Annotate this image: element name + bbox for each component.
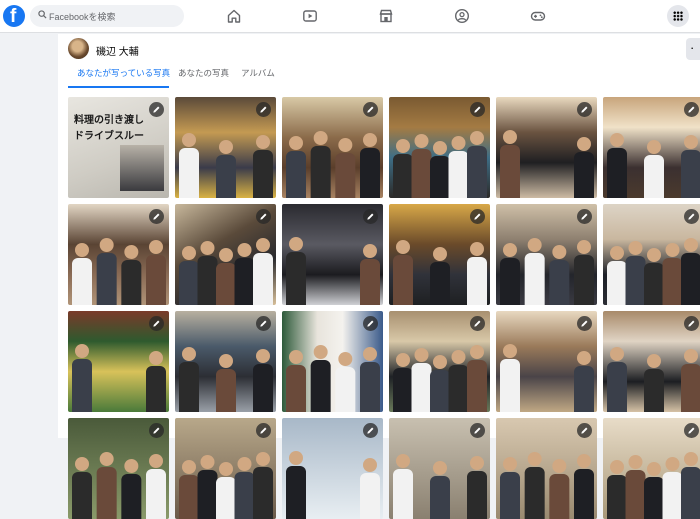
pencil-icon (367, 320, 374, 327)
edit-photo-button[interactable] (149, 102, 164, 117)
photo-thumbnail[interactable] (175, 418, 276, 519)
newspaper-photo (120, 145, 164, 191)
photo-thumbnail[interactable] (282, 204, 383, 305)
edit-photo-button[interactable] (470, 209, 485, 224)
pencil-icon (581, 213, 588, 220)
newspaper-subheadline: ドライブスルー (74, 131, 144, 142)
search-icon (38, 10, 47, 19)
edit-photo-button[interactable] (149, 423, 164, 438)
edit-photo-button[interactable] (684, 316, 699, 331)
pencil-icon (581, 106, 588, 113)
home-icon[interactable] (226, 8, 242, 24)
photo-thumbnail[interactable] (282, 311, 383, 412)
edit-photo-button[interactable] (256, 423, 271, 438)
pencil-icon (260, 427, 267, 434)
pencil-icon (153, 213, 160, 220)
pencil-icon (688, 427, 695, 434)
edit-photo-button[interactable] (149, 316, 164, 331)
tab-photos-of-you[interactable]: あなたが写っている写真 (77, 67, 170, 79)
photo-thumbnail[interactable] (282, 97, 383, 198)
photo-tabs: あなたが写っている写真 あなたの写真 アルバム (58, 64, 700, 88)
edit-photo-button[interactable] (256, 316, 271, 331)
pencil-icon (260, 213, 267, 220)
pencil-icon (367, 213, 374, 220)
grid-menu-icon (673, 11, 683, 21)
photo-thumbnail[interactable] (603, 97, 700, 198)
profile-name[interactable]: 磯辺 大輔 (96, 43, 139, 58)
watch-video-icon[interactable] (302, 8, 318, 24)
pencil-icon (260, 320, 267, 327)
photo-thumbnail[interactable] (389, 97, 490, 198)
search-placeholder: Facebookを検索 (49, 12, 116, 22)
edit-photo-button[interactable] (363, 423, 378, 438)
pencil-icon (581, 427, 588, 434)
photo-thumbnail[interactable] (389, 311, 490, 412)
photo-thumbnail[interactable] (603, 418, 700, 519)
gaming-icon[interactable] (530, 8, 546, 24)
left-gutter (0, 34, 58, 438)
pencil-icon (688, 106, 695, 113)
edit-photo-button[interactable] (470, 102, 485, 117)
photo-thumbnail[interactable] (175, 97, 276, 198)
active-tab-indicator (68, 86, 169, 88)
pencil-icon (581, 320, 588, 327)
edit-photo-button[interactable] (256, 209, 271, 224)
photo-thumbnail[interactable] (175, 311, 276, 412)
photo-thumbnail[interactable] (603, 311, 700, 412)
edit-photo-button[interactable] (256, 102, 271, 117)
photo-thumbnail[interactable]: 料理の引き渡し ドライブスルー (68, 97, 169, 198)
pencil-icon (367, 106, 374, 113)
groups-icon[interactable] (454, 8, 470, 24)
newspaper-headline: 料理の引き渡し (74, 115, 144, 126)
more-button[interactable]: · (686, 38, 700, 60)
edit-photo-button[interactable] (470, 316, 485, 331)
photo-thumbnail[interactable] (389, 204, 490, 305)
pencil-icon (474, 213, 481, 220)
edit-photo-button[interactable] (684, 102, 699, 117)
photo-thumbnail[interactable] (68, 418, 169, 519)
photo-thumbnail[interactable] (496, 204, 597, 305)
pencil-icon (153, 106, 160, 113)
more-icon: · (690, 40, 695, 55)
marketplace-icon[interactable] (378, 8, 394, 24)
pencil-icon (260, 106, 267, 113)
avatar[interactable] (68, 38, 89, 59)
pencil-icon (153, 320, 160, 327)
edit-photo-button[interactable] (577, 102, 592, 117)
pencil-icon (153, 427, 160, 434)
photo-thumbnail[interactable] (496, 311, 597, 412)
photo-thumbnail[interactable] (389, 418, 490, 519)
top-navigation-bar: f Facebookを検索 (0, 0, 700, 33)
edit-photo-button[interactable] (577, 316, 592, 331)
edit-photo-button[interactable] (577, 423, 592, 438)
pencil-icon (474, 106, 481, 113)
photo-thumbnail[interactable] (496, 418, 597, 519)
menu-button[interactable] (667, 5, 689, 27)
facebook-logo[interactable]: f (3, 5, 25, 27)
edit-photo-button[interactable] (363, 209, 378, 224)
edit-photo-button[interactable] (149, 209, 164, 224)
edit-photo-button[interactable] (470, 423, 485, 438)
edit-photo-button[interactable] (684, 423, 699, 438)
photo-thumbnail[interactable] (175, 204, 276, 305)
pencil-icon (688, 213, 695, 220)
edit-photo-button[interactable] (577, 209, 592, 224)
photo-thumbnail[interactable] (68, 311, 169, 412)
edit-photo-button[interactable] (684, 209, 699, 224)
edit-photo-button[interactable] (363, 316, 378, 331)
photo-thumbnail[interactable] (282, 418, 383, 519)
photo-thumbnail[interactable] (68, 204, 169, 305)
pencil-icon (367, 427, 374, 434)
pencil-icon (474, 320, 481, 327)
tab-albums[interactable]: アルバム (241, 67, 275, 79)
edit-photo-button[interactable] (363, 102, 378, 117)
photo-thumbnail[interactable] (603, 204, 700, 305)
profile-bar: 磯辺 大輔 · (58, 34, 700, 64)
pencil-icon (474, 427, 481, 434)
tab-your-photos[interactable]: あなたの写真 (178, 67, 229, 79)
photos-section: あなたが写っている写真 あなたの写真 アルバム 料理の引き渡し ドライブスルー (58, 64, 700, 519)
pencil-icon (688, 320, 695, 327)
search-input[interactable]: Facebookを検索 (30, 5, 184, 27)
photo-thumbnail[interactable] (496, 97, 597, 198)
